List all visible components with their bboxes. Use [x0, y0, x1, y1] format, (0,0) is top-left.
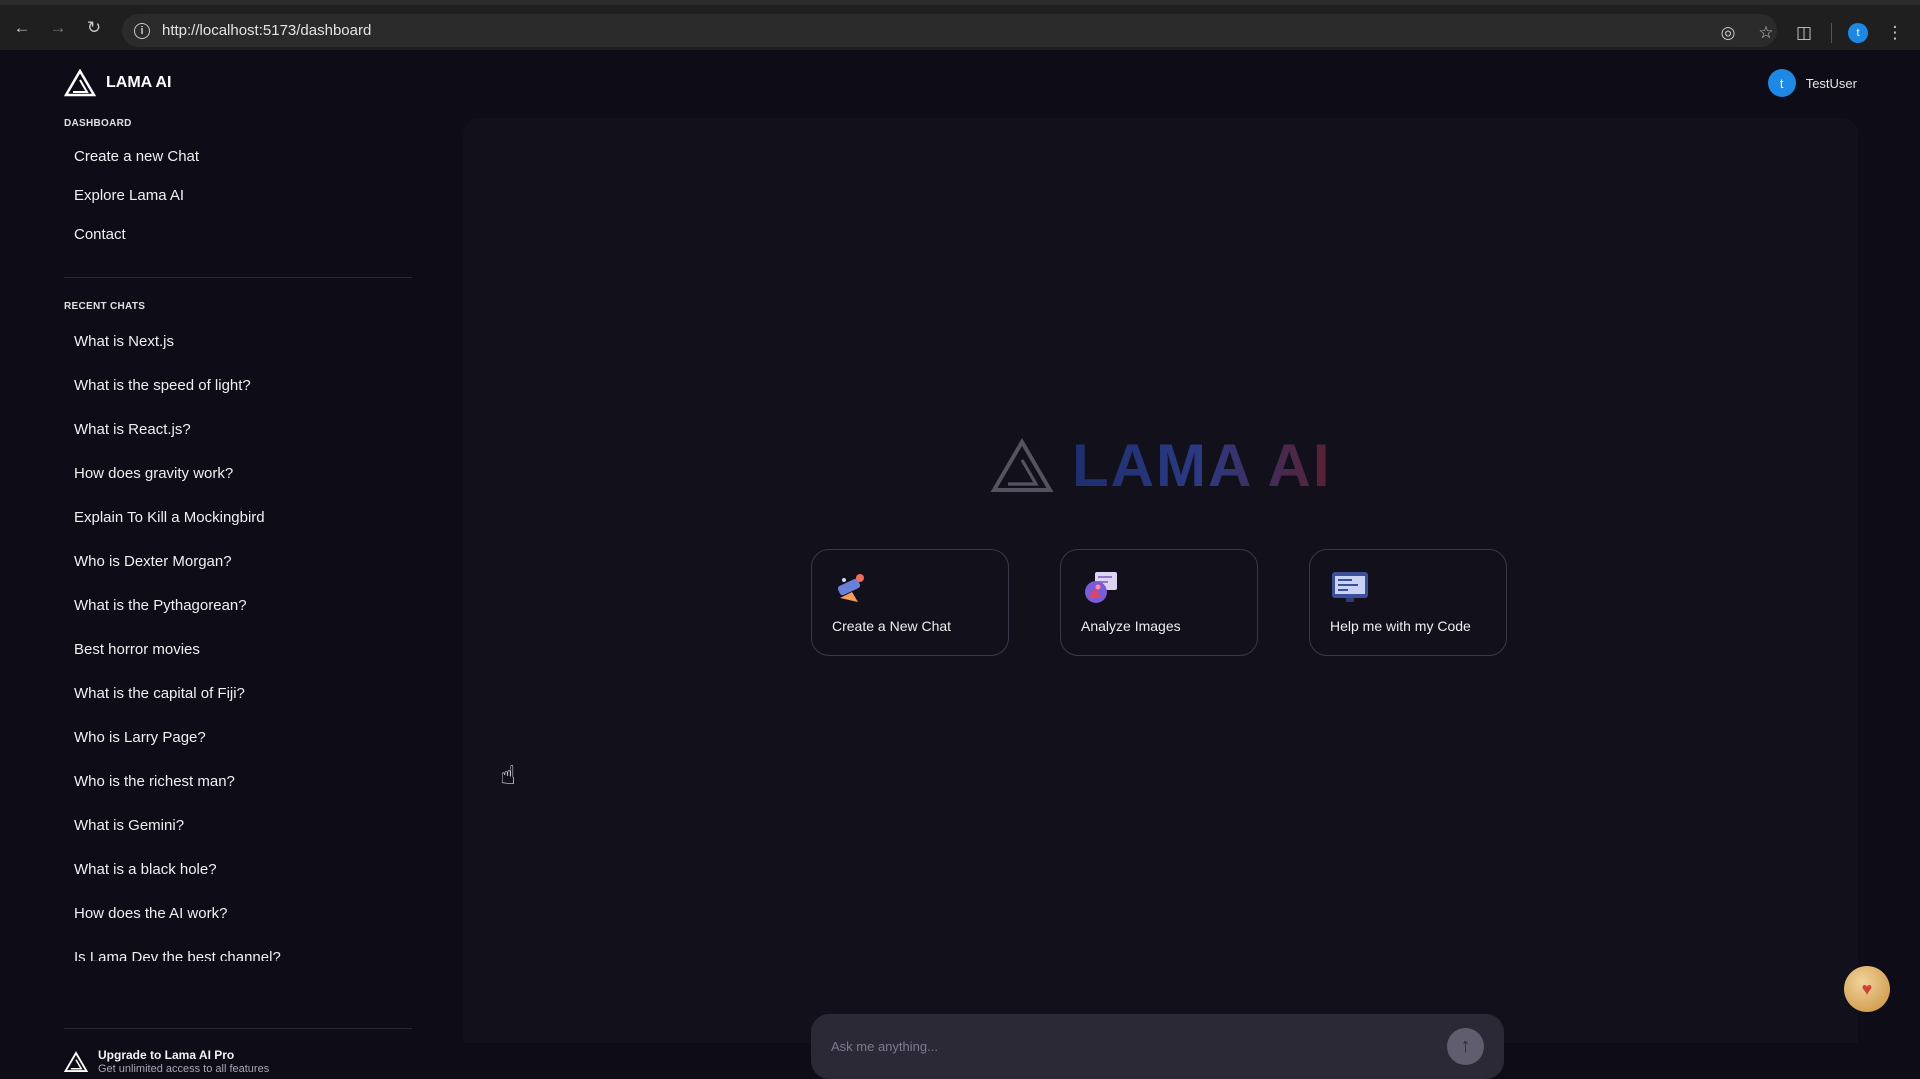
image-icon	[1085, 572, 1117, 603]
support-chat-bubble[interactable]: ♥	[1844, 966, 1890, 1012]
list-item[interactable]: How does the AI work?	[64, 892, 414, 936]
list-item[interactable]: Best horror movies	[64, 628, 414, 672]
chat-icon	[837, 574, 864, 602]
card-label: Create a New Chat	[832, 618, 952, 634]
main-panel: LAMA AI Create a New Chat Analyze Images…	[463, 118, 1858, 1079]
chat-input-bar: ↑	[811, 1014, 1504, 1079]
avatar[interactable]: t	[1767, 69, 1796, 97]
browser-profile-avatar[interactable]: t	[1848, 22, 1868, 43]
create-new-chat-link[interactable]: Create a new Chat	[64, 137, 414, 176]
recent-chats-title: RECENT CHATS	[64, 301, 146, 312]
forward-icon[interactable]: →	[40, 10, 76, 46]
list-item[interactable]: What is React.js?	[64, 408, 414, 452]
list-item[interactable]: Who is Larry Page?	[64, 716, 414, 760]
upgrade-pro-banner[interactable]: Upgrade to Lama AI Pro Get unlimited acc…	[64, 1048, 269, 1075]
explore-lama-ai-link[interactable]: Explore Lama AI	[64, 176, 414, 215]
mouse-cursor-icon: ☝	[500, 760, 516, 790]
user-menu[interactable]: t TestUser	[1767, 69, 1857, 97]
toolbar-divider	[1831, 22, 1832, 43]
site-info-icon[interactable]: i	[134, 22, 150, 39]
send-button[interactable]: ↑	[1447, 1028, 1484, 1065]
list-item[interactable]: What is Gemini?	[64, 804, 414, 848]
sidebar-divider-bottom	[64, 1028, 412, 1029]
eye-off-icon[interactable]: ◎	[1717, 23, 1739, 43]
hero-title: LAMA AI	[1072, 432, 1332, 499]
extensions-icon[interactable]: ◫	[1793, 23, 1815, 43]
lama-logo-small-icon	[64, 1050, 88, 1072]
brand-name: LAMA AI	[106, 74, 172, 91]
app-logo[interactable]: LAMA AI	[64, 69, 171, 97]
list-item[interactable]: What is the Pythagorean?	[64, 584, 414, 628]
user-name: TestUser	[1805, 75, 1857, 91]
help-with-code-card[interactable]: Help me with my Code	[1309, 549, 1507, 656]
list-item[interactable]: How does gravity work?	[64, 452, 414, 496]
lama-logo-icon	[64, 69, 96, 97]
upgrade-subtitle: Get unlimited access to all features	[98, 1063, 270, 1075]
list-item[interactable]: Who is the richest man?	[64, 760, 414, 804]
recent-chats-list: What is Next.js What is the speed of lig…	[64, 320, 414, 961]
url-text: http://localhost:5173/dashboard	[162, 22, 372, 39]
list-item[interactable]: Explain To Kill a Mockingbird	[64, 496, 414, 540]
upgrade-title: Upgrade to Lama AI Pro	[98, 1048, 235, 1062]
list-item[interactable]: Is Lama Dev the best channel?	[64, 936, 414, 961]
option-cards: Create a New Chat Analyze Images Help me…	[811, 549, 1507, 656]
list-item[interactable]: What is Next.js	[64, 320, 414, 364]
back-icon[interactable]: ←	[4, 10, 40, 46]
hero-logo: LAMA AI	[990, 431, 1332, 500]
bookmark-star-icon[interactable]: ☆	[1755, 23, 1777, 43]
card-label: Analyze Images	[1081, 618, 1181, 634]
arrow-up-icon: ↑	[1460, 1035, 1471, 1057]
browser-toolbar: ← → ↻ i http://localhost:5173/dashboard …	[0, 0, 1920, 50]
dashboard-section-title: DASHBOARD	[64, 118, 132, 129]
sidebar-divider	[64, 277, 412, 278]
create-new-chat-card[interactable]: Create a New Chat	[811, 549, 1009, 656]
analyze-images-card[interactable]: Analyze Images	[1060, 549, 1258, 656]
chat-input[interactable]	[831, 1039, 1447, 1054]
lama-hero-logo-icon	[990, 437, 1054, 492]
code-icon	[1332, 572, 1368, 602]
reload-icon[interactable]: ↻	[76, 10, 112, 46]
heart-icon: ♥	[1861, 978, 1873, 999]
card-label: Help me with my Code	[1330, 618, 1471, 634]
contact-link[interactable]: Contact	[64, 215, 414, 254]
sidebar: DASHBOARD Create a new Chat Explore Lama…	[64, 118, 414, 1075]
menu-kebab-icon[interactable]: ⋮	[1884, 23, 1906, 43]
list-item[interactable]: Who is Dexter Morgan?	[64, 540, 414, 584]
list-item[interactable]: What is the speed of light?	[64, 364, 414, 408]
dashboard-links: Create a new Chat Explore Lama AI Contac…	[64, 137, 414, 254]
list-item[interactable]: What is the capital of Fiji?	[64, 672, 414, 716]
app-root: LAMA AI t TestUser DASHBOARD Create a ne…	[0, 50, 1920, 1079]
address-bar[interactable]: i http://localhost:5173/dashboard	[122, 14, 1777, 47]
list-item[interactable]: What is a black hole?	[64, 848, 414, 892]
